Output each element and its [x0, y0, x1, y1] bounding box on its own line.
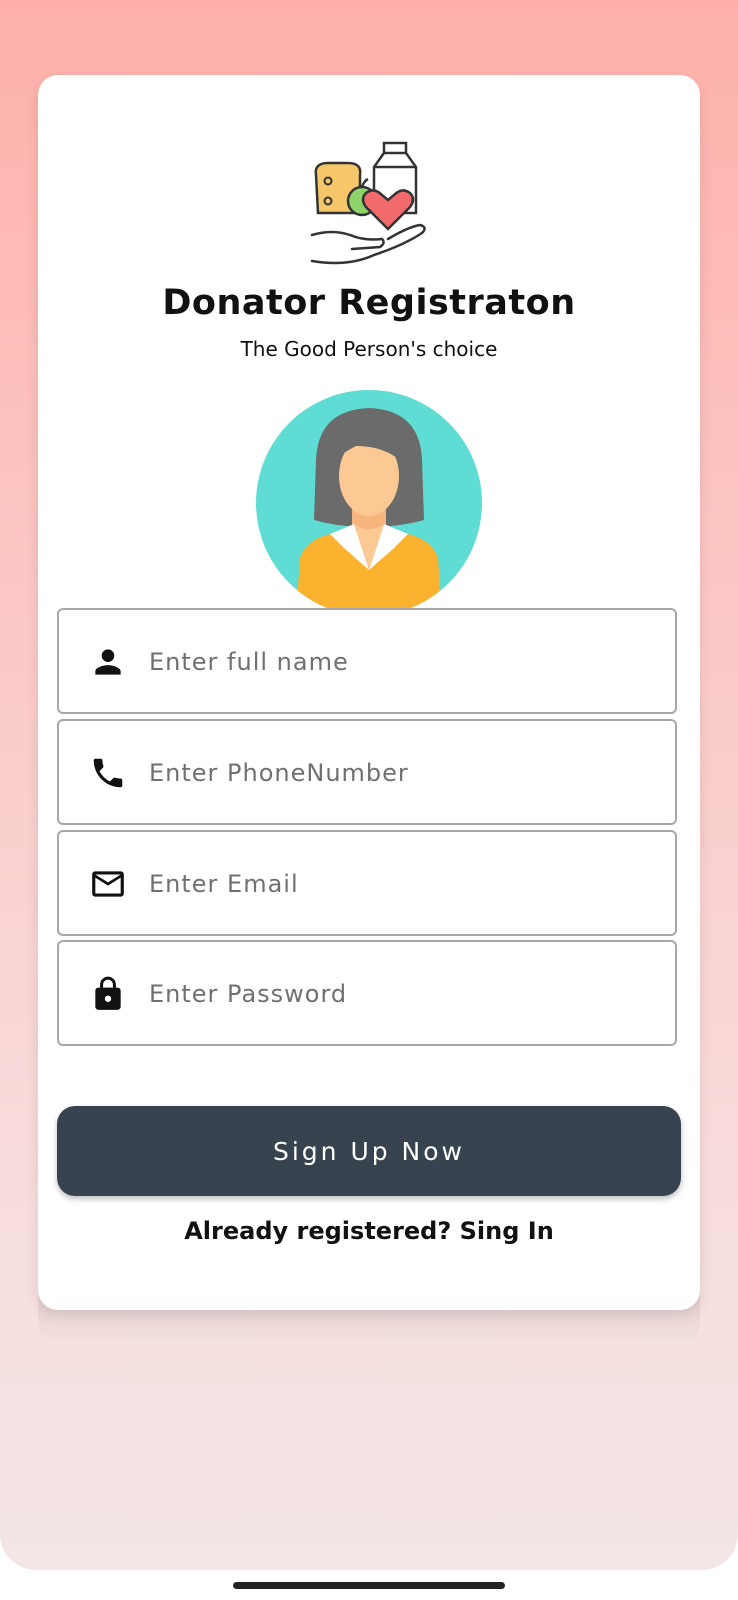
sign-up-button[interactable]: Sign Up Now [57, 1106, 681, 1196]
person-icon [95, 649, 121, 675]
phone-field[interactable] [57, 719, 677, 825]
password-input[interactable] [149, 968, 649, 1020]
email-field[interactable] [57, 830, 677, 936]
page-title: Donator Registraton [162, 283, 576, 323]
registration-card: Donator Registraton The Good Person's ch… [38, 75, 700, 1310]
home-indicator[interactable] [233, 1582, 505, 1589]
full-name-field[interactable] [57, 608, 677, 714]
password-field[interactable] [57, 940, 677, 1046]
food-donation-hand-icon [310, 141, 426, 265]
email-input[interactable] [149, 858, 649, 910]
sign-in-link[interactable]: Already registered? Sing In [38, 1217, 700, 1245]
full-name-input[interactable] [149, 636, 649, 688]
page-subtitle: The Good Person's choice [240, 337, 498, 361]
woman-avatar-icon[interactable] [256, 390, 482, 616]
phone-icon [93, 758, 123, 788]
mail-icon [92, 871, 124, 897]
lock-icon [95, 976, 121, 1010]
phone-input[interactable] [149, 747, 649, 799]
